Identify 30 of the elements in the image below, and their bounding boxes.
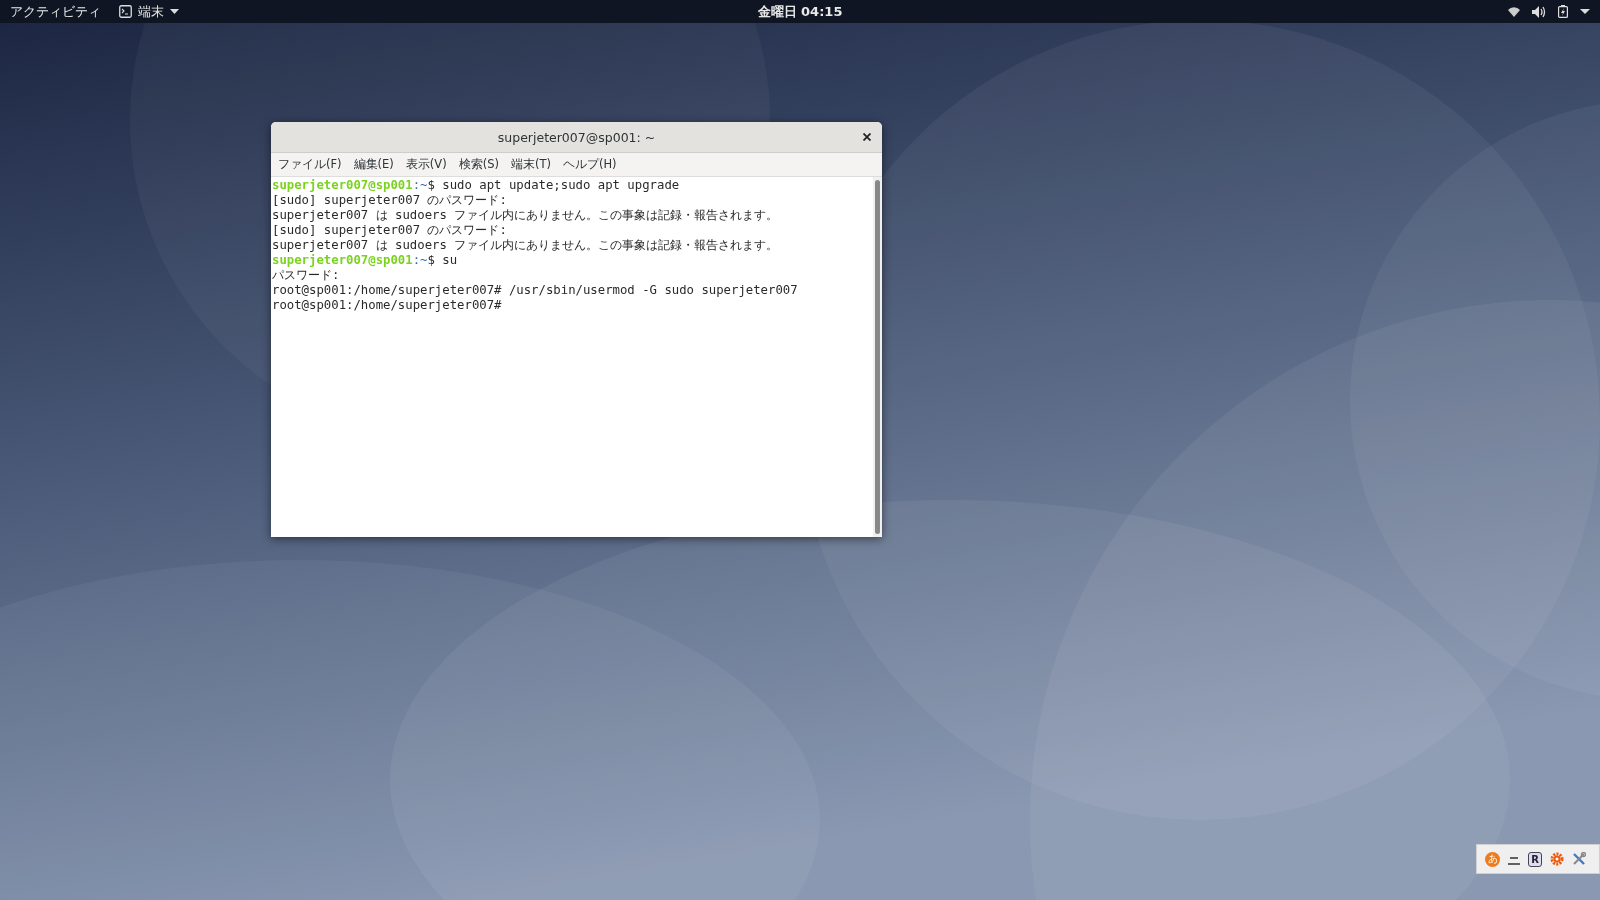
app-menu[interactable]: 端末 xyxy=(119,2,179,21)
window-title: superjeter007@sp001: ~ xyxy=(497,129,656,145)
menu-item[interactable]: 端末(T) xyxy=(510,157,551,172)
clock[interactable]: 金曜日 04:15 xyxy=(757,2,843,21)
terminal-line: superjeter007 は sudoers ファイル内にありません。この事象は記録・報告されます。 xyxy=(272,208,780,223)
caret-icon[interactable] xyxy=(1580,8,1590,15)
tools-icon[interactable] xyxy=(1572,852,1586,866)
menu-item[interactable]: ファイル(F) xyxy=(278,157,342,172)
terminal-icon xyxy=(119,5,132,18)
terminal-line: root@sp001:/home/superjeter007# xyxy=(272,298,503,313)
terminal-line: パスワード: xyxy=(272,268,341,283)
volume-icon[interactable] xyxy=(1532,5,1546,18)
wifi-icon[interactable] xyxy=(1508,5,1520,18)
menu-item[interactable]: ヘルプ(H) xyxy=(562,157,617,172)
activities-button[interactable]: アクティビティ xyxy=(10,2,101,21)
battery-icon[interactable] xyxy=(1558,5,1568,18)
terminal-line: superjeter007@sp001:~$ su xyxy=(272,253,459,268)
terminal-line: superjeter007 は sudoers ファイル内にありません。この事象は記録・報告されます。 xyxy=(272,238,780,253)
terminal-line: [sudo] superjeter007 のパスワード: xyxy=(272,223,508,238)
gear-icon[interactable] xyxy=(1550,852,1564,866)
menu-item[interactable]: 編集(E) xyxy=(353,157,394,172)
terminal-line: root@sp001:/home/superjeter007# /usr/sbin/usermod -G sudo superjeter007 xyxy=(272,283,799,298)
terminal-line: [sudo] superjeter007 のパスワード: xyxy=(272,193,508,208)
scrollbar[interactable] xyxy=(875,180,880,534)
letter-key[interactable]: R xyxy=(1528,851,1542,867)
close-button[interactable] xyxy=(860,130,874,144)
terminal-line: superjeter007@sp001:~$ sudo apt update;sudo apt upgrade xyxy=(272,178,681,193)
menu-item[interactable]: 表示(V) xyxy=(405,157,447,172)
menu-item[interactable]: 検索(S) xyxy=(458,157,499,172)
caret-icon xyxy=(170,8,179,15)
